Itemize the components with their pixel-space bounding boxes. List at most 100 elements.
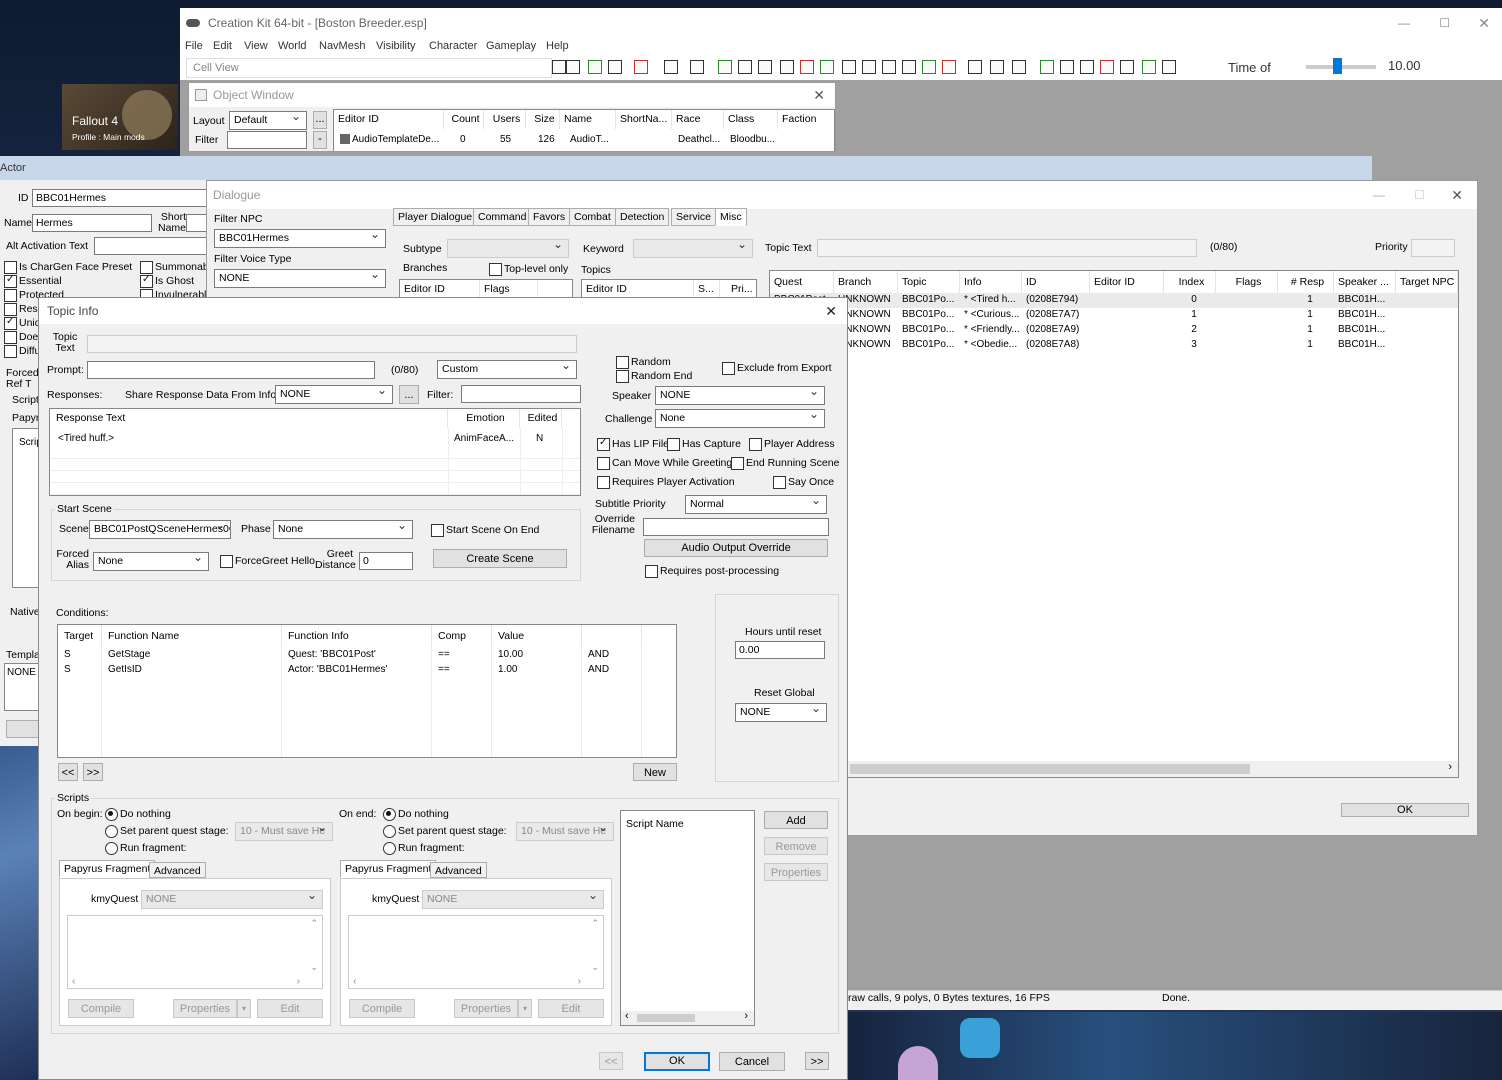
random-end-checkbox[interactable]: Random End — [616, 370, 692, 383]
share-response-more-button[interactable]: ... — [399, 385, 419, 404]
toolbar-tool-icon[interactable] — [1162, 60, 1176, 74]
script-add-button[interactable]: Add — [764, 811, 828, 829]
responses-list[interactable]: Response Text Emotion Edited <Tired huff… — [49, 408, 581, 496]
speaker-select[interactable]: NONE — [655, 386, 825, 405]
forcegreet-hello-checkbox[interactable]: ForceGreet Hello — [220, 555, 315, 568]
begin-tab-advanced[interactable]: Advanced — [149, 862, 206, 878]
menu-view[interactable]: View — [244, 40, 268, 52]
info-row[interactable]: UNKNOWN BBC01Po... * <Friendly... (0208E7A9… — [770, 323, 1458, 338]
script-name-list[interactable]: Script Name ‹ › — [620, 810, 755, 1026]
cond-col-target[interactable]: Target — [58, 625, 102, 645]
toolbar-tool-icon[interactable] — [842, 60, 856, 74]
toolbar-tool-icon[interactable] — [566, 60, 580, 74]
priority-input[interactable] — [1411, 239, 1455, 257]
scroll-down-icon[interactable]: ⌄ — [310, 962, 318, 973]
toolbar-tool-icon[interactable] — [942, 60, 956, 74]
maximize-button[interactable]: ☐ — [1439, 8, 1450, 38]
scroll-left-icon[interactable]: ‹ — [72, 976, 75, 987]
can-move-while-greeting-checkbox[interactable]: Can Move While Greeting — [597, 457, 732, 470]
scroll-right-icon[interactable]: › — [578, 976, 581, 987]
toolbar-tool-icon[interactable] — [608, 60, 622, 74]
object-col-1[interactable]: Count — [444, 110, 484, 129]
object-col-8[interactable]: Faction — [778, 110, 834, 129]
begin-compile-button[interactable]: Compile — [68, 999, 134, 1018]
tab-combat[interactable]: Combat — [569, 208, 616, 226]
object-list[interactable]: Editor ID Count Users Size Name ShortNa... Rac… — [333, 109, 835, 151]
info-row[interactable]: BBC01PostUNKNOWNBBC01Po...* <Tired h...(… — [770, 293, 1458, 308]
start-scene-on-end-checkbox[interactable]: Start Scene On End — [431, 524, 539, 537]
scroll-down-icon[interactable]: ⌄ — [591, 962, 599, 973]
topic-text-input[interactable] — [87, 335, 577, 353]
menu-gameplay[interactable]: Gameplay — [486, 40, 536, 52]
info-col-id[interactable]: ID — [1022, 271, 1090, 293]
scene-select[interactable]: BBC01PostQSceneHermes0C — [89, 520, 231, 539]
time-slider-thumb[interactable] — [1333, 58, 1342, 74]
prompt-type-select[interactable]: Custom — [437, 360, 577, 379]
toolbar-tool-icon[interactable] — [664, 60, 678, 74]
object-col-6[interactable]: Race — [672, 110, 724, 129]
script-properties-button[interactable]: Properties — [764, 863, 828, 881]
actor-script-list[interactable]: Scrip — [12, 428, 40, 588]
on-begin-run-fragment-radio[interactable]: Run fragment: — [105, 842, 187, 855]
scroll-right-icon[interactable]: › — [744, 1010, 748, 1022]
toolbar-tool-icon[interactable] — [1080, 60, 1094, 74]
end-properties-button[interactable]: Properties — [454, 999, 518, 1018]
script-remove-button[interactable]: Remove — [764, 837, 828, 855]
end-edit-button[interactable]: Edit — [538, 999, 604, 1018]
begin-fragment-editor[interactable]: ⌃ ⌄ ‹ › — [67, 915, 323, 989]
info-list-scrollbar[interactable]: › — [770, 761, 1458, 777]
unique-checkbox[interactable]: Uniq — [4, 316, 41, 330]
menu-visibility[interactable]: Visibility — [376, 40, 416, 52]
begin-properties-button[interactable]: Properties — [173, 999, 237, 1018]
resp-col-emotion[interactable]: Emotion — [448, 409, 520, 428]
topics-list[interactable]: Editor ID S... Pri... — [581, 279, 757, 299]
object-col-2[interactable]: Users — [484, 110, 526, 129]
filter-npc-select[interactable]: BBC01Hermes — [214, 229, 386, 248]
layout-more-button[interactable]: ... — [313, 111, 327, 129]
tab-player-dialogue[interactable]: Player Dialogue — [393, 208, 478, 226]
object-col-4[interactable]: Name — [560, 110, 616, 129]
on-end-set-stage-radio[interactable]: Set parent quest stage: — [383, 825, 507, 838]
prev-info-button[interactable]: << — [599, 1052, 623, 1070]
toolbar-tool-icon[interactable] — [820, 60, 834, 74]
tab-service[interactable]: Service — [671, 208, 717, 226]
template-list[interactable]: NONE — [4, 663, 40, 711]
top-level-checkbox[interactable]: Top-level only — [489, 263, 568, 276]
script-list-scrollbar[interactable]: ‹ › — [621, 1010, 754, 1025]
has-capture-checkbox[interactable]: Has Capture — [667, 438, 741, 451]
actor-id-input[interactable]: BBC01Hermes — [32, 189, 208, 207]
topic-text-input[interactable] — [817, 239, 1197, 257]
scrollbar-thumb[interactable] — [637, 1014, 695, 1022]
toolbar-tool-icon[interactable] — [862, 60, 876, 74]
close-icon[interactable]: ✕ — [825, 298, 837, 324]
toolbar-tool-icon[interactable] — [800, 60, 814, 74]
layout-select[interactable]: Default — [229, 111, 307, 130]
scroll-up-icon[interactable]: ⌃ — [591, 918, 599, 929]
toolbar-tool-icon[interactable] — [718, 60, 732, 74]
dialogue-ok-button[interactable]: OK — [1341, 803, 1469, 817]
greet-distance-input[interactable]: 0 — [359, 552, 413, 570]
end-running-scene-checkbox[interactable]: End Running Scene — [731, 457, 839, 470]
begin-edit-button[interactable]: Edit — [257, 999, 323, 1018]
filter-minus-button[interactable]: - — [313, 131, 327, 149]
end-kmyquest-select[interactable]: NONE — [422, 890, 604, 909]
cond-col-function-name[interactable]: Function Name — [102, 625, 282, 645]
toolbar-tool-icon[interactable] — [588, 60, 602, 74]
close-icon[interactable]: ✕ — [1451, 181, 1463, 209]
ok-button[interactable]: OK — [644, 1052, 710, 1071]
filter-voice-select[interactable]: NONE — [214, 269, 386, 288]
object-col-7[interactable]: Class — [724, 110, 778, 129]
toolbar-tool-icon[interactable] — [1012, 60, 1026, 74]
begin-kmyquest-select[interactable]: NONE — [141, 890, 323, 909]
conditions-prev-button[interactable]: << — [58, 763, 78, 781]
say-once-checkbox[interactable]: Say Once — [773, 476, 834, 489]
menu-help[interactable]: Help — [546, 40, 569, 52]
toolbar-tool-icon[interactable] — [922, 60, 936, 74]
object-col-5[interactable]: ShortNa... — [616, 110, 672, 129]
toolbar-tool-icon[interactable] — [738, 60, 752, 74]
alt-activation-input[interactable] — [94, 237, 208, 255]
info-col-speaker[interactable]: Speaker ... — [1334, 271, 1396, 293]
branches-list[interactable]: Editor ID Flags — [399, 279, 573, 299]
tab-detection[interactable]: Detection — [615, 208, 670, 226]
tab-command[interactable]: Command — [473, 208, 532, 226]
